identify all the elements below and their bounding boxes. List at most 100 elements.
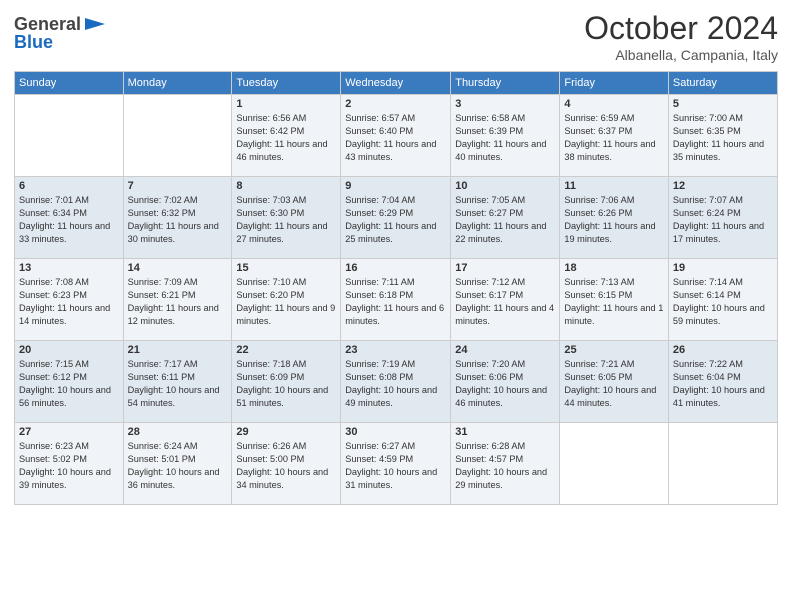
day-info: Sunrise: 7:17 AMSunset: 6:11 PMDaylight:… — [128, 358, 228, 410]
day-number: 13 — [19, 262, 119, 274]
day-info: Sunrise: 7:06 AMSunset: 6:26 PMDaylight:… — [564, 194, 664, 246]
calendar-cell: 13 Sunrise: 7:08 AMSunset: 6:23 PMDayligh… — [15, 259, 124, 341]
day-info: Sunrise: 6:27 AMSunset: 4:59 PMDaylight:… — [345, 440, 446, 492]
day-number: 12 — [673, 180, 773, 192]
day-info: Sunrise: 6:57 AMSunset: 6:40 PMDaylight:… — [345, 112, 446, 164]
day-info: Sunrise: 6:24 AMSunset: 5:01 PMDaylight:… — [128, 440, 228, 492]
day-number: 5 — [673, 98, 773, 110]
day-info: Sunrise: 6:23 AMSunset: 5:02 PMDaylight:… — [19, 440, 119, 492]
calendar-cell: 10Sunrise: 7:05 AMSunset: 6:27 PMDayligh… — [451, 177, 560, 259]
calendar-cell: 26Sunrise: 7:22 AMSunset: 6:04 PMDayligh… — [668, 341, 777, 423]
day-number: 8 — [236, 180, 336, 192]
day-info: Sunrise: 6:26 AMSunset: 5:00 PMDaylight:… — [236, 440, 336, 492]
day-info: Sunrise: 7:09 AMSunset: 6:21 PMDaylight:… — [128, 276, 228, 328]
day-info: Sunrise: 7:10 AMSunset: 6:20 PMDaylight:… — [236, 276, 336, 328]
day-info: Sunrise: 7:11 AMSunset: 6:18 PMDaylight:… — [345, 276, 446, 328]
calendar-cell: 16 Sunrise: 7:11 AMSunset: 6:18 PMDayligh… — [341, 259, 451, 341]
day-number: 26 — [673, 344, 773, 356]
calendar-cell: 25 Sunrise: 7:21 AMSunset: 6:05 PMDayligh… — [560, 341, 669, 423]
day-info: Sunrise: 6:28 AMSunset: 4:57 PMDaylight:… — [455, 440, 555, 492]
calendar-cell: 15 Sunrise: 7:10 AMSunset: 6:20 PMDayligh… — [232, 259, 341, 341]
logo-flag-icon — [83, 16, 105, 34]
day-number: 4 — [564, 98, 664, 110]
calendar-day-header: Friday — [560, 72, 669, 95]
calendar-cell: 18 Sunrise: 7:13 AMSunset: 6:15 PMDayligh… — [560, 259, 669, 341]
calendar-cell: 20 Sunrise: 7:15 AMSunset: 6:12 PMDayligh… — [15, 341, 124, 423]
calendar-cell: 3 Sunrise: 6:58 AMSunset: 6:39 PMDaylight… — [451, 95, 560, 177]
day-info: Sunrise: 7:21 AMSunset: 6:05 PMDaylight:… — [564, 358, 664, 410]
day-info: Sunrise: 7:20 AMSunset: 6:06 PMDaylight:… — [455, 358, 555, 410]
day-number: 19 — [673, 262, 773, 274]
day-number: 22 — [236, 344, 336, 356]
day-number: 18 — [564, 262, 664, 274]
calendar-cell: 28 Sunrise: 6:24 AMSunset: 5:01 PMDayligh… — [123, 423, 232, 505]
day-info: Sunrise: 7:02 AMSunset: 6:32 PMDaylight:… — [128, 194, 228, 246]
calendar-cell: 30 Sunrise: 6:27 AMSunset: 4:59 PMDayligh… — [341, 423, 451, 505]
calendar-cell: 1 Sunrise: 6:56 AMSunset: 6:42 PMDaylight… — [232, 95, 341, 177]
day-number: 14 — [128, 262, 228, 274]
location: Albanella, Campania, Italy — [584, 47, 778, 63]
day-number: 1 — [236, 98, 336, 110]
calendar-table: SundayMondayTuesdayWednesdayThursdayFrid… — [14, 71, 778, 505]
calendar-week-row: 20 Sunrise: 7:15 AMSunset: 6:12 PMDayligh… — [15, 341, 778, 423]
calendar-cell: 6 Sunrise: 7:01 AMSunset: 6:34 PMDaylight… — [15, 177, 124, 259]
day-info: Sunrise: 7:04 AMSunset: 6:29 PMDaylight:… — [345, 194, 446, 246]
day-info: Sunrise: 7:15 AMSunset: 6:12 PMDaylight:… — [19, 358, 119, 410]
day-number: 17 — [455, 262, 555, 274]
day-info: Sunrise: 6:56 AMSunset: 6:42 PMDaylight:… — [236, 112, 336, 164]
calendar-week-row: 13 Sunrise: 7:08 AMSunset: 6:23 PMDayligh… — [15, 259, 778, 341]
calendar-cell: 5 Sunrise: 7:00 AMSunset: 6:35 PMDaylight… — [668, 95, 777, 177]
calendar-day-header: Tuesday — [232, 72, 341, 95]
calendar-day-header: Sunday — [15, 72, 124, 95]
day-number: 11 — [564, 180, 664, 192]
day-number: 25 — [564, 344, 664, 356]
day-number: 30 — [345, 426, 446, 438]
day-number: 3 — [455, 98, 555, 110]
calendar-cell: 11 Sunrise: 7:06 AMSunset: 6:26 PMDayligh… — [560, 177, 669, 259]
day-number: 31 — [455, 426, 555, 438]
calendar-day-header: Wednesday — [341, 72, 451, 95]
calendar-cell: 4 Sunrise: 6:59 AMSunset: 6:37 PMDaylight… — [560, 95, 669, 177]
calendar-cell: 17Sunrise: 7:12 AMSunset: 6:17 PMDayligh… — [451, 259, 560, 341]
page: General Blue October 2024 Albanella, Cam… — [0, 0, 792, 612]
day-number: 9 — [345, 180, 446, 192]
day-number: 7 — [128, 180, 228, 192]
day-info: Sunrise: 7:18 AMSunset: 6:09 PMDaylight:… — [236, 358, 336, 410]
calendar-cell — [560, 423, 669, 505]
calendar-week-row: 6 Sunrise: 7:01 AMSunset: 6:34 PMDaylight… — [15, 177, 778, 259]
calendar-cell: 12 Sunrise: 7:07 AMSunset: 6:24 PMDayligh… — [668, 177, 777, 259]
day-number: 16 — [345, 262, 446, 274]
calendar-cell: 14 Sunrise: 7:09 AMSunset: 6:21 PMDayligh… — [123, 259, 232, 341]
day-number: 20 — [19, 344, 119, 356]
day-info: Sunrise: 6:58 AMSunset: 6:39 PMDaylight:… — [455, 112, 555, 164]
day-info: Sunrise: 7:07 AMSunset: 6:24 PMDaylight:… — [673, 194, 773, 246]
header: General Blue October 2024 Albanella, Cam… — [14, 10, 778, 63]
calendar-cell: 27 Sunrise: 6:23 AMSunset: 5:02 PMDayligh… — [15, 423, 124, 505]
calendar-cell: 19 Sunrise: 7:14 AMSunset: 6:14 PMDayligh… — [668, 259, 777, 341]
calendar-cell: 2 Sunrise: 6:57 AMSunset: 6:40 PMDaylight… — [341, 95, 451, 177]
calendar-cell: 22 Sunrise: 7:18 AMSunset: 6:09 PMDayligh… — [232, 341, 341, 423]
day-info: Sunrise: 6:59 AMSunset: 6:37 PMDaylight:… — [564, 112, 664, 164]
day-info: Sunrise: 7:01 AMSunset: 6:34 PMDaylight:… — [19, 194, 119, 246]
day-info: Sunrise: 7:00 AMSunset: 6:35 PMDaylight:… — [673, 112, 773, 164]
day-number: 27 — [19, 426, 119, 438]
day-number: 28 — [128, 426, 228, 438]
calendar-cell: 24Sunrise: 7:20 AMSunset: 6:06 PMDayligh… — [451, 341, 560, 423]
calendar-cell: 23Sunrise: 7:19 AMSunset: 6:08 PMDayligh… — [341, 341, 451, 423]
calendar-cell: 9 Sunrise: 7:04 AMSunset: 6:29 PMDaylight… — [341, 177, 451, 259]
day-info: Sunrise: 7:14 AMSunset: 6:14 PMDaylight:… — [673, 276, 773, 328]
calendar-cell — [668, 423, 777, 505]
calendar-cell: 7 Sunrise: 7:02 AMSunset: 6:32 PMDaylight… — [123, 177, 232, 259]
day-info: Sunrise: 7:08 AMSunset: 6:23 PMDaylight:… — [19, 276, 119, 328]
day-number: 6 — [19, 180, 119, 192]
day-number: 15 — [236, 262, 336, 274]
day-number: 10 — [455, 180, 555, 192]
logo-blue-text: Blue — [14, 32, 105, 53]
calendar-cell: 8Sunrise: 7:03 AMSunset: 6:30 PMDaylight… — [232, 177, 341, 259]
calendar-header-row: SundayMondayTuesdayWednesdayThursdayFrid… — [15, 72, 778, 95]
day-number: 2 — [345, 98, 446, 110]
calendar-week-row: 27 Sunrise: 6:23 AMSunset: 5:02 PMDayligh… — [15, 423, 778, 505]
day-number: 23 — [345, 344, 446, 356]
day-info: Sunrise: 7:13 AMSunset: 6:15 PMDaylight:… — [564, 276, 664, 328]
calendar-cell: 21Sunrise: 7:17 AMSunset: 6:11 PMDayligh… — [123, 341, 232, 423]
